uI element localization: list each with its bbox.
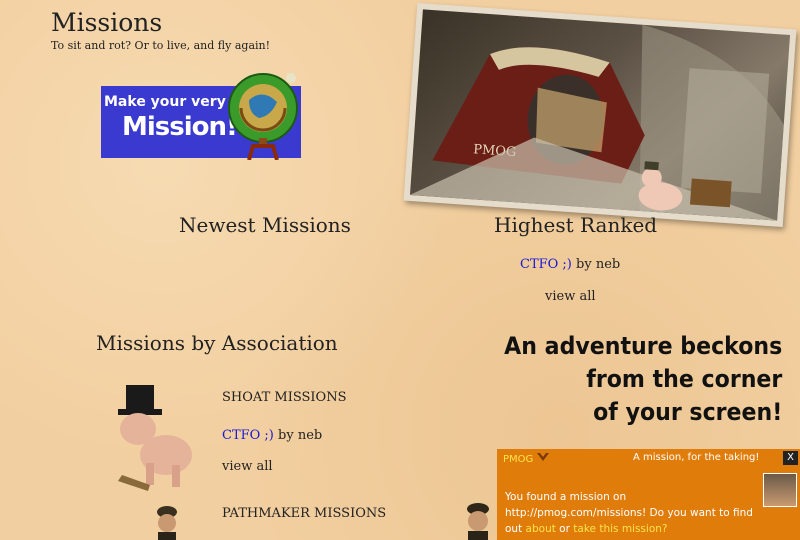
avatar	[763, 473, 797, 507]
pmog-logo-icon	[537, 453, 550, 461]
adventure-line3: of your screen!	[592, 398, 782, 426]
highest-view-all-link[interactable]: view all	[545, 289, 596, 304]
train-postcard-image: PMOG	[403, 2, 797, 228]
adventure-line1: An adventure beckons	[503, 332, 782, 360]
adventure-tagline: An adventure beckons from the corner of …	[504, 330, 782, 429]
newest-missions-heading: Newest Missions	[179, 213, 351, 237]
page-subtitle: To sit and rot? Or to live, and fly agai…	[51, 39, 271, 52]
shoat-item-author: by neb	[278, 428, 323, 443]
pathmaker-missions-link[interactable]: PATHMAKER MISSIONS	[222, 506, 386, 521]
popup-about-link[interactable]: about	[526, 523, 556, 535]
shoat-view-all-link[interactable]: view all	[222, 459, 273, 474]
train-illustration: PMOG	[409, 24, 784, 221]
globe-icon	[228, 73, 298, 160]
popup-brand: PMOG	[503, 452, 550, 465]
pathmaker-figure-icon	[157, 506, 177, 540]
page-title: Missions	[51, 8, 163, 37]
association-heading: Missions by Association	[96, 331, 338, 355]
shoat-item: CTFO ;) by neb	[222, 428, 322, 443]
guide-figure-icon	[467, 503, 489, 540]
popup-header: A mission, for the taking!	[633, 452, 760, 463]
highest-ranked-heading: Highest Ranked	[494, 213, 658, 237]
popup-message-or: or	[555, 523, 574, 535]
highest-item-author: by neb	[576, 257, 621, 272]
pig-top-hat-icon	[118, 385, 192, 491]
highest-item-link[interactable]: CTFO ;)	[520, 257, 572, 272]
popup-take-mission-link[interactable]: take this mission?	[573, 523, 667, 535]
adventure-line2: from the corner	[585, 365, 782, 393]
shoat-missions-link[interactable]: SHOAT MISSIONS	[222, 390, 346, 405]
popup-message: You found a mission on http://pmog.com/m…	[505, 489, 755, 537]
popup-close-button[interactable]: X	[783, 451, 798, 465]
mission-popup: PMOG A mission, for the taking! X You fo…	[497, 449, 800, 540]
highest-item: CTFO ;) by neb	[520, 257, 620, 272]
popup-brand-label: PMOG	[503, 454, 534, 465]
shoat-item-link[interactable]: CTFO ;)	[222, 428, 274, 443]
